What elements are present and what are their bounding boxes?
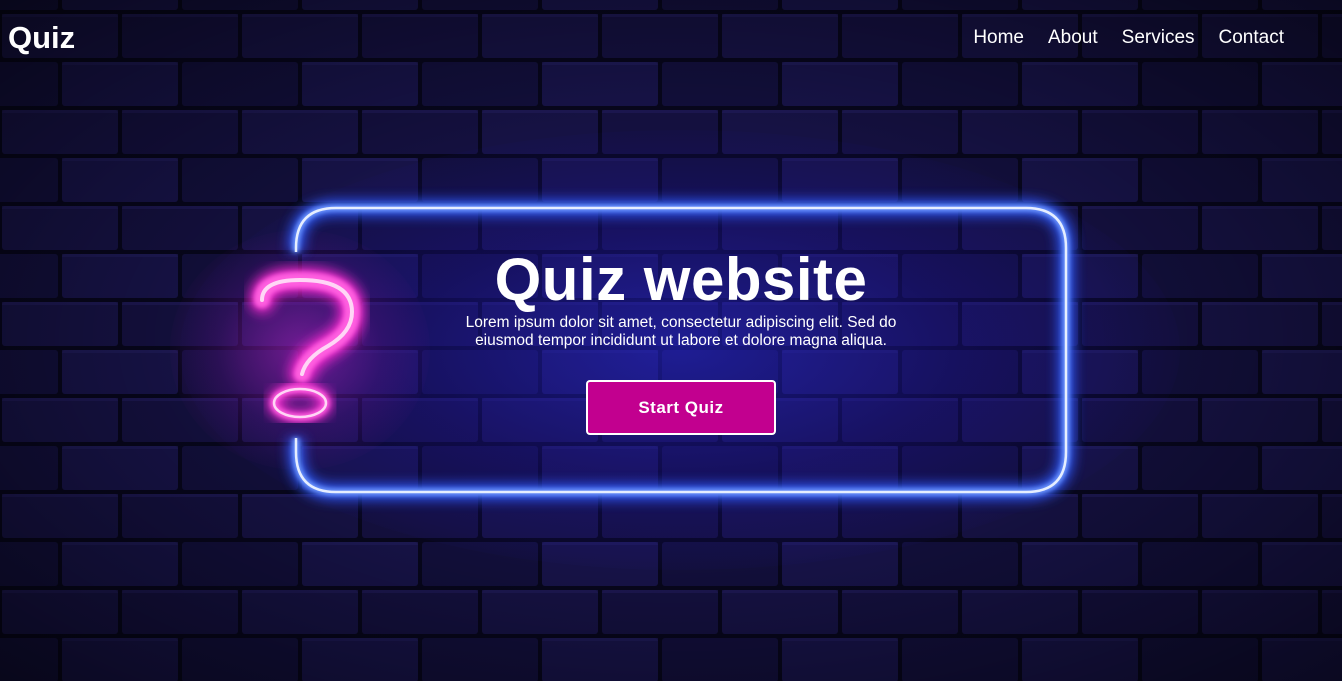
hero-section: Quiz website Lorem ipsum dolor sit amet,… bbox=[431, 246, 931, 350]
nav-link-services[interactable]: Services bbox=[1122, 27, 1195, 49]
nav-link-about[interactable]: About bbox=[1048, 27, 1098, 49]
hero-description: Lorem ipsum dolor sit amet, consectetur … bbox=[465, 314, 897, 349]
quiz-landing-page: Quiz Home About Services Contact Quiz we… bbox=[0, 0, 1342, 681]
nav-link-home[interactable]: Home bbox=[973, 27, 1024, 49]
start-quiz-button[interactable]: Start Quiz bbox=[586, 380, 776, 435]
hero-title: Quiz website bbox=[494, 246, 868, 313]
site-header: Quiz Home About Services Contact bbox=[0, 0, 1342, 76]
nav-link-contact[interactable]: Contact bbox=[1219, 27, 1284, 49]
main-nav: Home About Services Contact bbox=[973, 27, 1284, 49]
site-logo[interactable]: Quiz bbox=[8, 20, 75, 56]
